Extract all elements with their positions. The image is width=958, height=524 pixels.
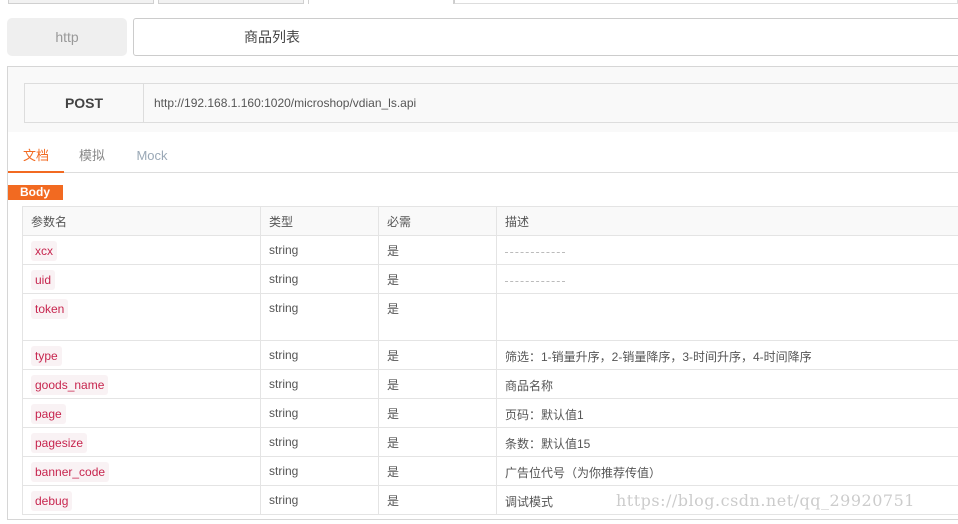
tab-mock[interactable]: Mock <box>128 143 176 173</box>
param-type: string <box>260 235 379 265</box>
api-name-field[interactable]: 商品列表 <box>133 18 958 56</box>
table-row: debug string 是 调试模式 <box>22 485 958 515</box>
header-type: 类型 <box>260 206 379 236</box>
table-row: xcx string 是 <box>22 235 958 265</box>
tab-docs[interactable]: 文档 <box>8 143 64 173</box>
top-tab-active[interactable] <box>308 0 454 4</box>
param-name: xcx <box>31 241 57 261</box>
http-method: POST <box>25 84 144 122</box>
param-name: goods_name <box>31 375 109 395</box>
param-name: debug <box>31 491 73 511</box>
param-name: banner_code <box>31 462 110 482</box>
header-required: 必需 <box>378 206 497 236</box>
param-name: type <box>31 346 62 366</box>
param-name: pagesize <box>31 433 88 453</box>
param-name: token <box>31 299 69 319</box>
param-required: 是 <box>378 398 497 428</box>
request-line: POST http://192.168.1.160:1020/microshop… <box>24 83 958 123</box>
param-required: 是 <box>378 456 497 486</box>
param-required: 是 <box>378 235 497 265</box>
param-description: 调试模式 <box>496 485 958 515</box>
param-description <box>496 235 958 265</box>
param-required: 是 <box>378 369 497 399</box>
header-description: 描述 <box>496 206 958 236</box>
body-badge: Body <box>8 185 63 200</box>
table-row: pagesize string 是 条数：默认值15 <box>22 427 958 457</box>
param-name: page <box>31 404 66 424</box>
param-description: 商品名称 <box>496 369 958 399</box>
param-required: 是 <box>378 293 497 341</box>
param-description <box>496 293 958 341</box>
param-name: uid <box>31 270 56 290</box>
param-required: 是 <box>378 340 497 370</box>
table-row: banner_code string 是 广告位代号（为你推荐传值） <box>22 456 958 486</box>
param-type: string <box>260 427 379 457</box>
param-description <box>496 264 958 294</box>
param-type: string <box>260 485 379 515</box>
table-row: uid string 是 <box>22 264 958 294</box>
request-url[interactable]: http://192.168.1.160:1020/microshop/vdia… <box>144 84 958 122</box>
param-type: string <box>260 369 379 399</box>
table-row: type string 是 筛选：1-销量升序，2-销量降序，3-时间升序，4-… <box>22 340 958 370</box>
param-type: string <box>260 456 379 486</box>
doc-tabs: 文档 模拟 Mock <box>8 143 958 173</box>
api-detail-panel: POST http://192.168.1.160:1020/microshop… <box>7 66 958 520</box>
table-header-row: 参数名 类型 必需 描述 <box>22 206 958 236</box>
tab-simulate[interactable]: 模拟 <box>70 143 114 173</box>
param-required: 是 <box>378 264 497 294</box>
redacted-area <box>140 27 240 47</box>
request-header-area: POST http://192.168.1.160:1020/microshop… <box>8 67 958 132</box>
table-row: token string 是 <box>22 293 958 341</box>
param-description: 筛选：1-销量升序，2-销量降序，3-时间升序，4-时间降序 <box>496 340 958 370</box>
params-table: 参数名 类型 必需 描述 xcx string 是 uid string 是 t… <box>22 206 958 515</box>
header-param-name: 参数名 <box>22 206 261 236</box>
top-tab-area <box>454 0 958 4</box>
table-row: page string 是 页码：默认值1 <box>22 398 958 428</box>
protocol-label[interactable]: http <box>7 18 127 56</box>
top-tab-1[interactable] <box>8 0 154 4</box>
param-description: 页码：默认值1 <box>496 398 958 428</box>
top-tab-2[interactable] <box>158 0 304 4</box>
param-required: 是 <box>378 427 497 457</box>
param-required: 是 <box>378 485 497 515</box>
api-name-text: 商品列表 <box>244 29 300 45</box>
redacted-description <box>505 281 565 283</box>
param-type: string <box>260 340 379 370</box>
param-type: string <box>260 398 379 428</box>
redacted-description <box>505 252 565 254</box>
param-description: 条数：默认值15 <box>496 427 958 457</box>
param-description: 广告位代号（为你推荐传值） <box>496 456 958 486</box>
table-row: goods_name string 是 商品名称 <box>22 369 958 399</box>
top-tab-bar <box>0 0 958 4</box>
param-type: string <box>260 293 379 341</box>
param-type: string <box>260 264 379 294</box>
